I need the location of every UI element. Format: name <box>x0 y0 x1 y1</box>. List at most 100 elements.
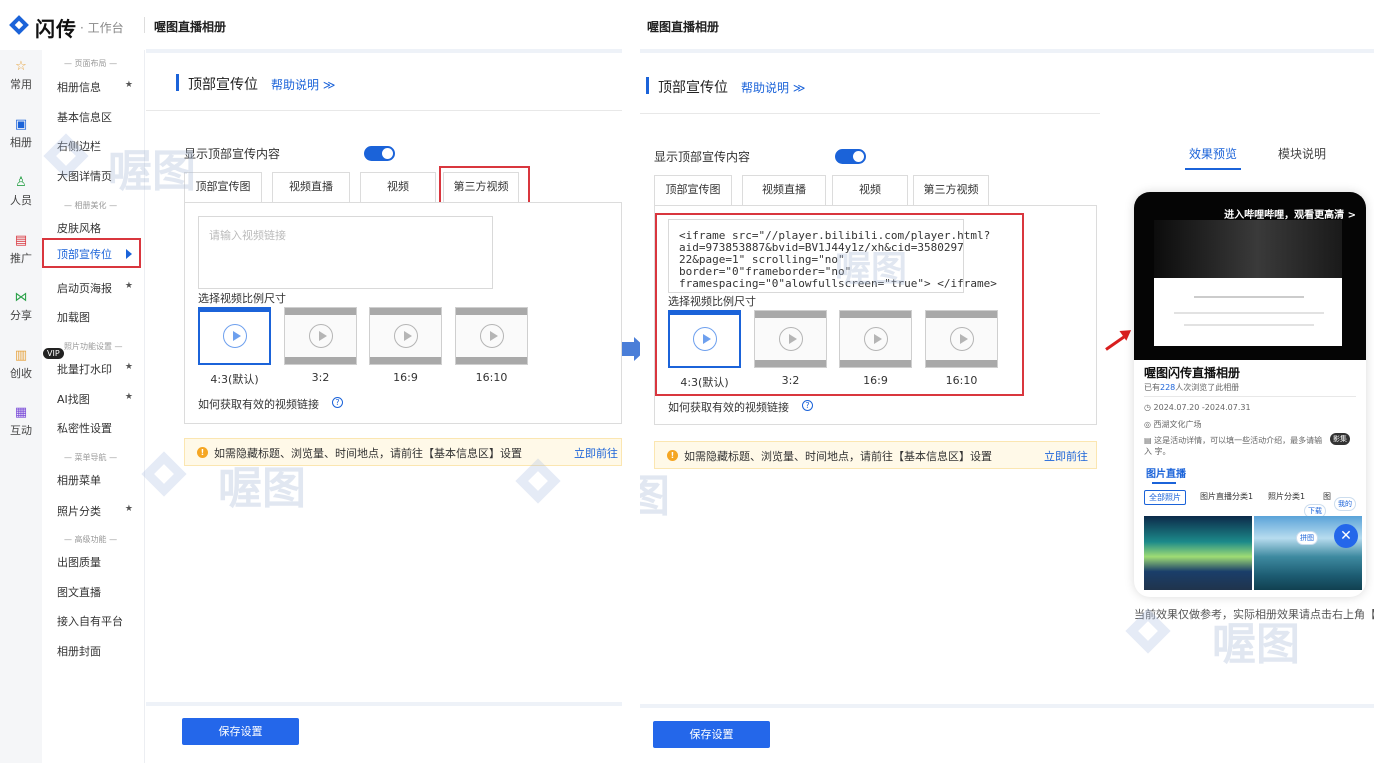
users-icon: ♙ <box>15 175 27 190</box>
ratio-label: 16:9 <box>863 374 888 387</box>
ratio-option-4-3[interactable] <box>668 310 741 368</box>
notice-bar: ! 如需隐藏标题、浏览量、时间地点，请前往【基本信息区】设置 立即前往 <box>654 441 1097 469</box>
chip-photo-category-1[interactable]: 照片分类1 <box>1264 490 1309 503</box>
help-link[interactable]: 帮助说明 ≫ <box>271 76 335 93</box>
menu-item-ai-search[interactable]: AI找图 ★ <box>57 391 145 407</box>
video-link-placeholder: 请输入视频链接 <box>209 229 286 242</box>
tab-third-party-video[interactable]: 第三方视频 <box>913 175 989 205</box>
rail-label: 相册 <box>10 136 32 149</box>
left-screenshot: 闪传 · 工作台 喔图直播相册 ☆ 常用 ▣ 相册 ♙ 人员 ▤ 推广 ⋈ 分享… <box>0 0 622 763</box>
how-to-link[interactable]: 如何获取有效的视频链接 <box>668 399 789 415</box>
menu-item-own-platform[interactable]: 接入自有平台 <box>57 613 123 629</box>
flow-arrow-shaft <box>622 342 634 356</box>
menu-item-output-quality[interactable]: 出图质量 <box>57 554 101 570</box>
topbar-divider-line <box>146 49 622 53</box>
embed-code-line-5: framespacing="0"alowfullscreen="true"> <… <box>679 277 997 290</box>
menu-item-label: 启动页海报 <box>57 282 112 295</box>
menu-item-launch-poster[interactable]: 启动页海报 ★ <box>57 280 145 296</box>
ratio-option-16-9[interactable] <box>369 307 442 365</box>
rail-item-common[interactable]: ☆ 常用 <box>0 60 42 92</box>
share-icon: ⋈ <box>14 290 28 305</box>
menu-item-right-sidebar[interactable]: 右侧边栏 <box>57 138 101 154</box>
how-to-link[interactable]: 如何获取有效的视频链接 <box>198 396 319 412</box>
warning-icon: ! <box>667 450 678 461</box>
menu-item-album-cover[interactable]: 相册封面 <box>57 643 101 659</box>
album-title: 喔图直播相册 <box>154 20 227 34</box>
vip-badge: VIP <box>43 348 64 359</box>
ratio-label: 16:10 <box>475 371 508 384</box>
play-icon <box>222 324 247 348</box>
ratio-option-3-2[interactable] <box>754 310 827 368</box>
rail-item-interact[interactable]: ▦ 互动 <box>0 406 42 438</box>
save-button[interactable]: 保存设置 <box>182 718 299 745</box>
album-badge[interactable]: 影集 <box>1330 433 1350 445</box>
tab-video[interactable]: 视频 <box>832 175 908 205</box>
menu-item-label: 相册信息 <box>57 81 101 94</box>
ratio-option-16-9[interactable] <box>839 310 912 368</box>
tab-promo-image[interactable]: 顶部宣传图 <box>654 175 732 205</box>
photo-aurora[interactable] <box>1144 516 1252 590</box>
video-frame-hero <box>1154 220 1342 278</box>
ratio-option-4-3[interactable] <box>198 307 271 365</box>
close-icon[interactable]: ✕ <box>1334 524 1358 548</box>
tab-preview[interactable]: 效果预览 <box>1189 145 1237 162</box>
collage-badge[interactable]: 拼图 <box>1296 531 1318 545</box>
menu-item-text-live[interactable]: 图文直播 <box>57 584 101 600</box>
rail-item-revenue[interactable]: ▥ 创收 <box>0 349 42 381</box>
show-promo-toggle[interactable] <box>364 146 395 161</box>
top-bar: 闪传 · 工作台 喔图直播相册 <box>0 0 622 50</box>
caret-right-icon <box>126 249 132 259</box>
menu-item-photo-category[interactable]: 照片分类 ★ <box>57 503 145 519</box>
rail-item-promote[interactable]: ▤ 推广 <box>0 234 42 266</box>
tab-live-video[interactable]: 视频直播 <box>742 175 826 205</box>
help-question-icon[interactable]: ? <box>332 397 343 408</box>
rail-item-users[interactable]: ♙ 人员 <box>0 176 42 208</box>
menu-group-navigation: — 菜单导航 — <box>64 453 118 462</box>
rail-item-album[interactable]: ▣ 相册 <box>0 118 42 150</box>
menu-item-label: 顶部宣传位 <box>57 248 112 261</box>
ratio-label: 4:3(默认) <box>210 373 259 386</box>
help-link[interactable]: 帮助说明 ≫ <box>741 79 805 96</box>
menu-item-album-menu[interactable]: 相册菜单 <box>57 472 101 488</box>
ratio-label: 4:3(默认) <box>680 376 729 389</box>
chip-all-photos[interactable]: 全部照片 <box>1144 490 1186 505</box>
menu-item-photo-detail[interactable]: 大图详情页 <box>57 168 112 184</box>
tab-promo-image[interactable]: 顶部宣传图 <box>184 172 262 202</box>
menu-item-skin[interactable]: 皮肤风格 <box>57 220 101 236</box>
menu-item-privacy[interactable]: 私密性设置 <box>57 420 112 436</box>
video-link-input[interactable]: 请输入视频链接 <box>198 216 493 289</box>
video-frame-line <box>1194 296 1304 298</box>
chip-category-1[interactable]: 图片直播分类1 <box>1196 490 1257 503</box>
notice-go-link[interactable]: 立即前往 <box>1044 448 1088 464</box>
rail-item-share[interactable]: ⋈ 分享 <box>0 291 42 323</box>
section-title: 顶部宣传位 <box>658 80 728 96</box>
menu-item-label: AI找图 <box>57 393 90 406</box>
save-button[interactable]: 保存设置 <box>653 721 770 748</box>
preview-video[interactable]: 进入哔哩哔哩，观看更高清 > <box>1134 192 1366 360</box>
chip-more[interactable]: 图 <box>1319 490 1335 503</box>
bilibili-banner[interactable]: 进入哔哩哔哩，观看更高清 > <box>1224 206 1356 221</box>
star-icon: ★ <box>124 80 133 90</box>
ratio-option-16-10[interactable] <box>455 307 528 365</box>
mine-badge[interactable]: 我的 <box>1334 497 1356 511</box>
show-promo-toggle[interactable] <box>835 149 866 164</box>
ratio-option-16-10[interactable] <box>925 310 998 368</box>
ratio-option-3-2[interactable] <box>284 307 357 365</box>
menu-item-album-info[interactable]: 相册信息 ★ <box>57 79 145 95</box>
preview-date: ◷ 2024.07.20 -2024.07.31 <box>1144 403 1251 412</box>
video-link-input[interactable]: <iframe src="//player.bilibili.com/playe… <box>668 219 997 293</box>
play-icon <box>393 324 418 348</box>
section-title: 顶部宣传位 <box>188 77 258 93</box>
rail-label: 人员 <box>10 194 32 207</box>
menu-item-top-promo[interactable]: 顶部宣传位 <box>42 238 141 268</box>
menu-item-watermark[interactable]: 批量打水印 ★ <box>57 361 145 377</box>
tab-module-info[interactable]: 模块说明 <box>1278 145 1326 162</box>
notice-go-link[interactable]: 立即前往 <box>574 445 618 461</box>
help-question-icon[interactable]: ? <box>802 400 813 411</box>
tab-video[interactable]: 视频 <box>360 172 436 202</box>
menu-item-basic-info[interactable]: 基本信息区 <box>57 109 112 125</box>
play-icon <box>479 324 504 348</box>
section-accent-bar <box>646 77 649 94</box>
menu-item-loading-image[interactable]: 加载图 <box>57 309 90 325</box>
tab-live-video[interactable]: 视频直播 <box>272 172 350 202</box>
